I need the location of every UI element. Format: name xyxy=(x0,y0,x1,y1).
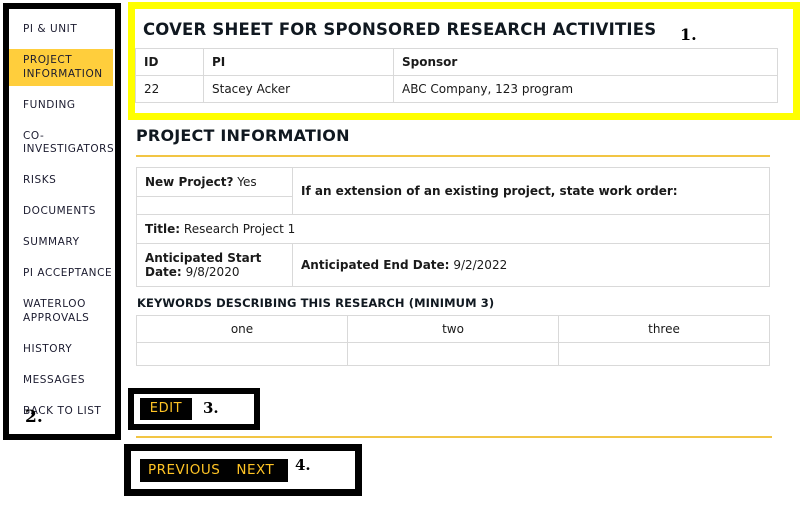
bottom-divider xyxy=(136,436,772,438)
cell-extension: If an extension of an existing project, … xyxy=(292,167,770,215)
cell-start-date: Anticipated Start Date: 9/8/2020 xyxy=(136,243,293,287)
column-header-id: ID xyxy=(135,48,204,76)
start-date-value: 9/8/2020 xyxy=(185,265,240,279)
row-title: Title: Research Project 1 xyxy=(136,214,770,244)
row-new-project: New Project? Yes If an extension of an e… xyxy=(136,167,770,215)
section-divider xyxy=(136,155,770,157)
pager-button-group: PREVIOUS NEXT xyxy=(140,459,289,482)
sidebar-item-messages[interactable]: MESSAGES xyxy=(9,369,113,393)
annotation-number-2: 2. xyxy=(25,407,43,427)
annotation-number-4: 4. xyxy=(295,456,311,474)
end-date-label: Anticipated End Date: xyxy=(301,258,450,272)
keywords-row: one two three xyxy=(136,315,770,343)
sidebar-item-pi-acceptance[interactable]: PI ACCEPTANCE xyxy=(9,262,113,286)
title-value: Research Project 1 xyxy=(183,222,296,236)
column-header-pi: PI xyxy=(203,48,394,76)
keyword-empty-cell-2 xyxy=(347,342,559,366)
page-title: PROJECT INFORMATION xyxy=(136,126,350,145)
cell-new-project: New Project? Yes xyxy=(136,167,293,197)
next-button[interactable]: NEXT xyxy=(228,459,289,482)
cover-sheet-annotation-box: COVER SHEET FOR SPONSORED RESEARCH ACTIV… xyxy=(128,2,800,120)
sidebar-item-summary[interactable]: SUMMARY xyxy=(9,231,113,255)
sidebar-annotation-box: PI & UNIT PROJECT INFORMATION FUNDING CO… xyxy=(3,3,121,440)
end-date-value: 9/2/2022 xyxy=(453,258,508,272)
keyword-cell-2: two xyxy=(347,315,559,343)
column-header-sponsor: Sponsor xyxy=(393,48,778,76)
sidebar-item-project-information[interactable]: PROJECT INFORMATION xyxy=(9,49,113,86)
cell-title: Title: Research Project 1 xyxy=(136,214,770,244)
keyword-empty-cell-1 xyxy=(136,342,348,366)
annotation-number-3: 3. xyxy=(203,399,219,417)
cell-id: 22 xyxy=(135,75,204,103)
keywords-heading: KEYWORDS DESCRIBING THIS RESEARCH (MINIM… xyxy=(137,296,495,310)
keywords-table: one two three xyxy=(136,315,770,366)
cell-end-date: Anticipated End Date: 9/2/2022 xyxy=(292,243,770,287)
title-label: Title: xyxy=(145,222,181,236)
row-dates: Anticipated Start Date: 9/8/2020 Anticip… xyxy=(136,243,770,287)
sidebar-item-documents[interactable]: DOCUMENTS xyxy=(9,200,113,224)
sidebar-nav: PI & UNIT PROJECT INFORMATION FUNDING CO… xyxy=(9,9,115,434)
sidebar-item-risks[interactable]: RISKS xyxy=(9,169,113,193)
project-information-section: PROJECT INFORMATION New Project? Yes If … xyxy=(136,126,772,366)
edit-button[interactable]: EDIT xyxy=(140,398,192,420)
keywords-empty-row xyxy=(136,342,770,366)
project-information-table: New Project? Yes If an extension of an e… xyxy=(136,167,770,287)
keyword-cell-1: one xyxy=(136,315,348,343)
cell-sponsor: ABC Company, 123 program xyxy=(393,75,778,103)
extension-label: If an extension of an existing project, … xyxy=(301,184,678,198)
previous-button[interactable]: PREVIOUS xyxy=(140,459,229,482)
cover-sheet-panel: COVER SHEET FOR SPONSORED RESEARCH ACTIV… xyxy=(135,9,778,103)
table-header-row: ID PI Sponsor xyxy=(135,48,778,76)
keyword-cell-3: three xyxy=(558,315,770,343)
annotation-number-1: 1. xyxy=(680,25,697,44)
cover-sheet-table: ID PI Sponsor 22 Stacey Acker ABC Compan… xyxy=(135,48,778,103)
cell-new-project-filler xyxy=(136,196,293,215)
edit-annotation-box: EDIT 3. xyxy=(128,388,260,430)
sidebar-item-pi-unit[interactable]: PI & UNIT xyxy=(9,18,113,42)
keyword-empty-cell-3 xyxy=(558,342,770,366)
new-project-label: New Project? xyxy=(145,175,234,189)
pager-annotation-box: PREVIOUS NEXT 4. xyxy=(124,444,362,496)
sidebar-item-co-investigators[interactable]: CO-INVESTIGATORS xyxy=(9,125,114,162)
table-row: 22 Stacey Acker ABC Company, 123 program xyxy=(135,75,778,103)
new-project-value: Yes xyxy=(237,175,257,189)
cell-pi: Stacey Acker xyxy=(203,75,394,103)
sidebar-item-history[interactable]: HISTORY xyxy=(9,338,113,362)
sidebar-item-funding[interactable]: FUNDING xyxy=(9,94,113,118)
sidebar-item-waterloo-approvals[interactable]: WATERLOO APPROVALS xyxy=(9,293,113,330)
